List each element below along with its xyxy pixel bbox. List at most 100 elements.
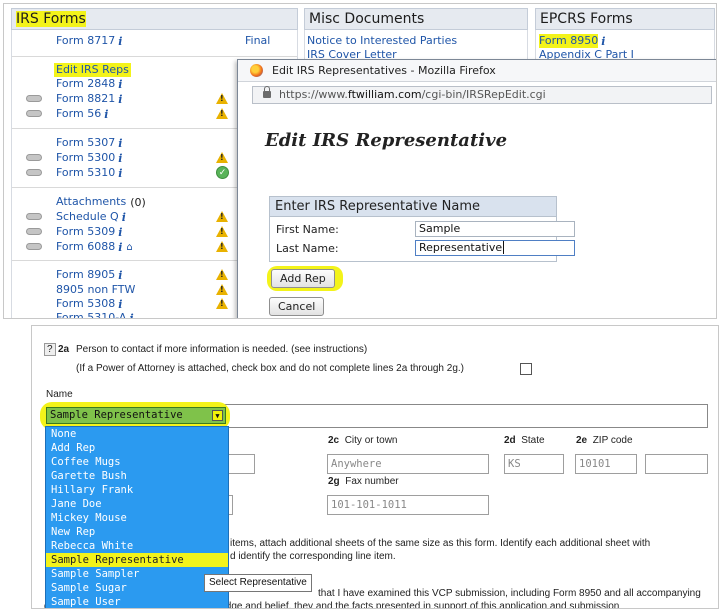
form-8905-non-ftw-link[interactable]: 8905 non FTW (56, 283, 135, 297)
warning-icon (216, 211, 228, 222)
dropdown-option[interactable]: Hillary Frank (46, 483, 228, 497)
representative-dropdown-list: None Add Rep Coffee Mugs Garette Bush Hillar… (45, 426, 229, 608)
top-screenshot: IRS Forms Misc Documents EPCRS Forms For… (3, 3, 717, 319)
final-link[interactable]: Final (245, 34, 270, 48)
dropdown-option[interactable]: Jane Doe (46, 497, 228, 511)
form-6088-link[interactable]: Form 6088 i ⌂ (56, 240, 133, 254)
dropdown-option[interactable]: Mickey Mouse (46, 511, 228, 525)
info-icon[interactable]: i (118, 298, 122, 311)
fax-input[interactable]: 101-101-1011 (327, 495, 489, 515)
form-5310-link[interactable]: Form 5310 i (56, 166, 122, 180)
dropdown-option[interactable]: Sample Sampler (46, 567, 228, 581)
info-icon[interactable]: i (122, 211, 126, 224)
first-name-label: First Name: (276, 223, 339, 236)
first-name-field[interactable]: Sample (415, 221, 575, 237)
state-num: 2d (504, 435, 516, 446)
form-5308-link[interactable]: Form 5308 i (56, 297, 122, 311)
form-8950-link[interactable]: Form 8950 i (539, 34, 605, 48)
misc-documents-header: Misc Documents (304, 8, 528, 30)
zip-extension-input[interactable] (645, 454, 708, 474)
declaration-line-1: that I have examined this VCP submission… (318, 588, 701, 599)
tooltip: Select Representative (204, 574, 312, 592)
toggle-pill-icon[interactable] (26, 154, 42, 161)
info-icon[interactable]: i (118, 137, 122, 150)
warning-icon (216, 152, 228, 163)
zip-label: 2e ZIP code (576, 435, 633, 446)
info-icon[interactable]: i (118, 93, 122, 106)
form-2848-link[interactable]: Form 2848 i (56, 77, 122, 91)
form-56-link[interactable]: Form 56 i (56, 107, 108, 121)
dropdown-option[interactable]: Rebecca White (46, 539, 228, 553)
popup-titlebar: Edit IRS Representatives - Mozilla Firef… (238, 60, 716, 82)
edit-irs-reps-link[interactable]: Edit IRS Reps (54, 63, 131, 77)
url-bar[interactable]: https://www.ftwilliam.com/cgi-bin/IRSRep… (252, 86, 712, 104)
warning-icon (216, 108, 228, 119)
attachments-link[interactable]: Attachments (0) (56, 195, 146, 209)
toggle-pill-icon[interactable] (26, 169, 42, 176)
info-icon[interactable]: i (118, 226, 122, 239)
representative-select[interactable]: Sample Representative ▼ (46, 407, 226, 424)
epcrs-forms-header: EPCRS Forms (535, 8, 715, 30)
form-8821-link[interactable]: Form 8821 i (56, 92, 122, 106)
city-input[interactable]: Anywhere (327, 454, 489, 474)
info-icon[interactable]: i (104, 108, 108, 121)
state-input[interactable]: KS (504, 454, 564, 474)
dropdown-option[interactable]: None (46, 427, 228, 441)
divider (12, 56, 297, 57)
toggle-pill-icon[interactable] (26, 110, 42, 117)
dropdown-option[interactable]: Sample User (46, 595, 228, 608)
irs-forms-header: IRS Forms (11, 8, 298, 30)
toggle-pill-icon[interactable] (26, 243, 42, 250)
form-5300-link[interactable]: Form 5300 i (56, 151, 122, 165)
warning-icon (216, 226, 228, 237)
warning-icon (216, 298, 228, 309)
warning-icon (216, 93, 228, 104)
fax-label-text: Fax number (345, 476, 399, 487)
dropdown-option[interactable]: Add Rep (46, 441, 228, 455)
info-icon[interactable]: i (118, 167, 122, 180)
info-icon[interactable]: i (129, 312, 133, 319)
bottom-screenshot: ? 2a Person to contact if more informati… (31, 325, 719, 609)
name-label: Name (46, 389, 73, 400)
info-icon[interactable]: i (118, 152, 122, 165)
toggle-pill-icon[interactable] (26, 213, 42, 220)
cancel-button[interactable]: Cancel (269, 297, 325, 316)
zip-input[interactable]: 10101 (575, 454, 637, 474)
fax-num: 2g (328, 476, 340, 487)
edit-irs-reps-popup: Edit IRS Representatives - Mozilla Firef… (237, 59, 716, 318)
info-icon[interactable]: i (118, 269, 122, 282)
dropdown-option[interactable]: Garette Bush (46, 469, 228, 483)
info-icon[interactable]: i (118, 78, 122, 91)
poa-checkbox[interactable] (520, 363, 532, 375)
popup-window-title: Edit IRS Representatives - Mozilla Firef… (272, 64, 496, 77)
form-5307-link[interactable]: Form 5307 i (56, 136, 122, 150)
zip-num: 2e (576, 435, 588, 446)
form-8717-link[interactable]: Form 8717 i (56, 34, 122, 48)
irs-forms-title: IRS Forms (16, 11, 86, 27)
notice-interested-parties-link[interactable]: Notice to Interested Parties (307, 34, 457, 48)
last-name-field[interactable]: Representative (415, 240, 575, 256)
dropdown-option-selected[interactable]: Sample Representative (46, 553, 228, 567)
form-5309-link[interactable]: Form 5309 i (56, 225, 122, 239)
form-8905-link[interactable]: Form 8905 i (56, 268, 122, 282)
city-label: 2c City or town (328, 435, 397, 446)
warning-icon (216, 284, 228, 295)
street-input[interactable] (226, 454, 255, 474)
page-title: Edit IRS Representative (265, 130, 508, 151)
toggle-pill-icon[interactable] (26, 228, 42, 235)
info-icon[interactable]: i (601, 35, 605, 48)
url-host: ftwilliam.com (347, 88, 422, 101)
help-icon[interactable]: ? (44, 343, 56, 356)
dropdown-option[interactable]: Coffee Mugs (46, 455, 228, 469)
text-cursor (503, 241, 505, 254)
add-rep-button[interactable]: Add Rep (271, 269, 335, 288)
dropdown-option[interactable]: New Rep (46, 525, 228, 539)
form-5310-a-link[interactable]: Form 5310-A i (56, 311, 134, 319)
schedule-q-link[interactable]: Schedule Qi (56, 210, 126, 224)
info-icon[interactable]: i (118, 241, 122, 254)
dropdown-option[interactable]: Sample Sugar (46, 581, 228, 595)
info-icon[interactable]: i (118, 35, 122, 48)
toggle-pill-icon[interactable] (26, 95, 42, 102)
chevron-down-icon[interactable]: ▼ (212, 410, 223, 421)
state-label: 2d State (504, 435, 545, 446)
